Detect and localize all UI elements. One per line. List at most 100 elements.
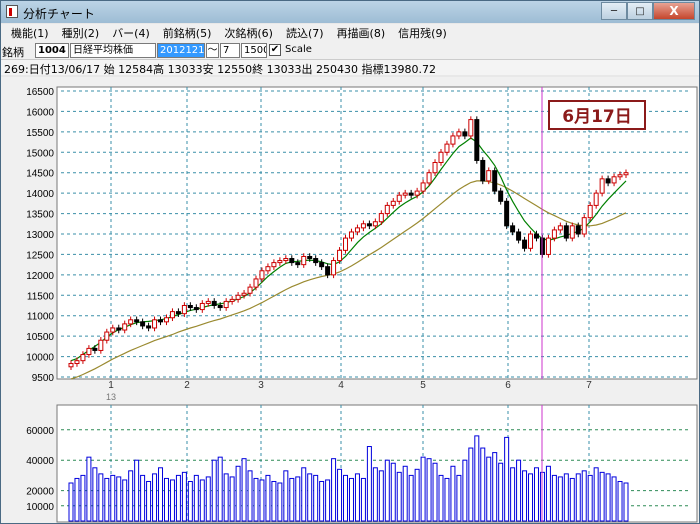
stock-code-input[interactable]: 1004 [35,43,69,58]
candle [438,151,444,163]
volume-bar [223,473,229,522]
year-tick-label: 13 [106,392,116,402]
title-bar[interactable]: 分析チャート ─ □ X [1,1,699,23]
volume-bar [575,473,581,522]
candle [193,307,199,311]
volume-bar [110,474,116,522]
volume-bar [408,474,414,522]
maximize-button[interactable]: □ [627,2,653,20]
menu-margin[interactable]: 信用残(9) [398,25,447,41]
menu-next-stock[interactable]: 次銘柄(6) [224,25,273,41]
candle [575,225,581,235]
stock-name-field[interactable]: 日経平均株価 [70,43,156,58]
candle [325,266,331,276]
volume-bar [402,465,408,522]
volume-bar [581,470,587,522]
volume-bar [605,473,611,522]
date-tick-label: 1 [108,380,114,391]
candle [551,229,557,239]
candle [289,258,295,264]
menu-load[interactable]: 読込(7) [286,25,324,41]
date-separator: ～ [206,43,219,58]
candle [158,319,164,323]
candle [301,255,307,266]
menu-bar-type[interactable]: バー(4) [112,25,150,41]
menu-redraw[interactable]: 再描画(8) [337,25,386,41]
volume-bar [128,470,134,522]
scale-checkbox[interactable]: ✔ [269,44,281,56]
volume-bar [599,471,605,522]
volume-bar [510,467,516,522]
volume-bar [86,456,92,522]
price-tick-label: 13000 [26,230,54,241]
volume-bar [68,482,74,522]
candle [68,363,74,368]
candle [217,305,223,309]
candle [563,225,569,239]
days-input[interactable]: 7 [220,43,240,58]
price-tick-label: 10500 [26,332,54,343]
candle [569,225,575,239]
candle [80,354,86,362]
candle [313,258,319,264]
chart-svg[interactable]: 16500 16000 15500 15000 14500 14000 13500 13000… [1,77,699,523]
volume-bar [325,479,331,522]
volume-bar [74,477,80,522]
volume-bar [104,477,110,522]
volume-bar [378,470,384,522]
volume-bar [175,474,181,522]
chart-area[interactable]: 16500 16000 15500 15000 14500 14000 13500 13000… [1,77,699,523]
volume-bar [217,456,223,522]
volume-bar [587,474,593,522]
candle [229,298,235,302]
volume-bar [98,473,104,522]
volume-bar [301,467,307,522]
volume-bar [563,473,569,522]
volume-bar [444,477,450,522]
candle [533,233,539,239]
volume-bar [140,474,146,522]
candle [169,311,175,319]
info-bar: 269:日付13/06/17 始 12584高 13033安 12550終 13… [1,59,699,76]
candle [396,194,402,202]
candle [605,178,611,184]
menu-prev-stock[interactable]: 前銘柄(5) [163,25,212,41]
candle [319,262,325,268]
volume-bar [504,436,510,522]
price-tick-label: 15500 [26,128,54,139]
volume-bar [384,459,390,522]
date-tick-label: 7 [586,380,592,391]
volume-bar [122,479,128,522]
volume-bar [396,471,402,522]
candle [241,292,247,296]
candle [480,159,486,182]
volume-bar [522,470,528,522]
width-input[interactable]: 1500 [241,43,267,58]
candle [331,260,337,276]
price-panel [56,86,698,380]
candle [187,305,193,309]
volume-bar [462,459,468,522]
candle [205,300,211,304]
candle [599,178,605,194]
menu-type[interactable]: 種別(2) [62,25,100,41]
volume-bar [116,476,122,522]
minimize-button[interactable]: ─ [601,2,627,20]
price-tick-label: 13500 [26,210,54,221]
volume-bar [557,476,563,522]
volume-bar [271,480,277,522]
start-date-input[interactable]: 20121217 [157,43,205,58]
volume-bar [533,467,539,522]
close-button[interactable]: X [653,2,695,20]
volume-bar [92,467,98,522]
volume-bar [545,465,551,522]
menu-function[interactable]: 機能(1) [11,25,49,41]
candle [557,225,563,231]
candle [277,260,283,264]
volume-bar [492,452,498,522]
date-tick-label: 3 [258,380,264,391]
volume-bar [241,458,247,522]
candle [474,119,480,161]
candle [581,217,587,235]
candle [623,172,629,176]
